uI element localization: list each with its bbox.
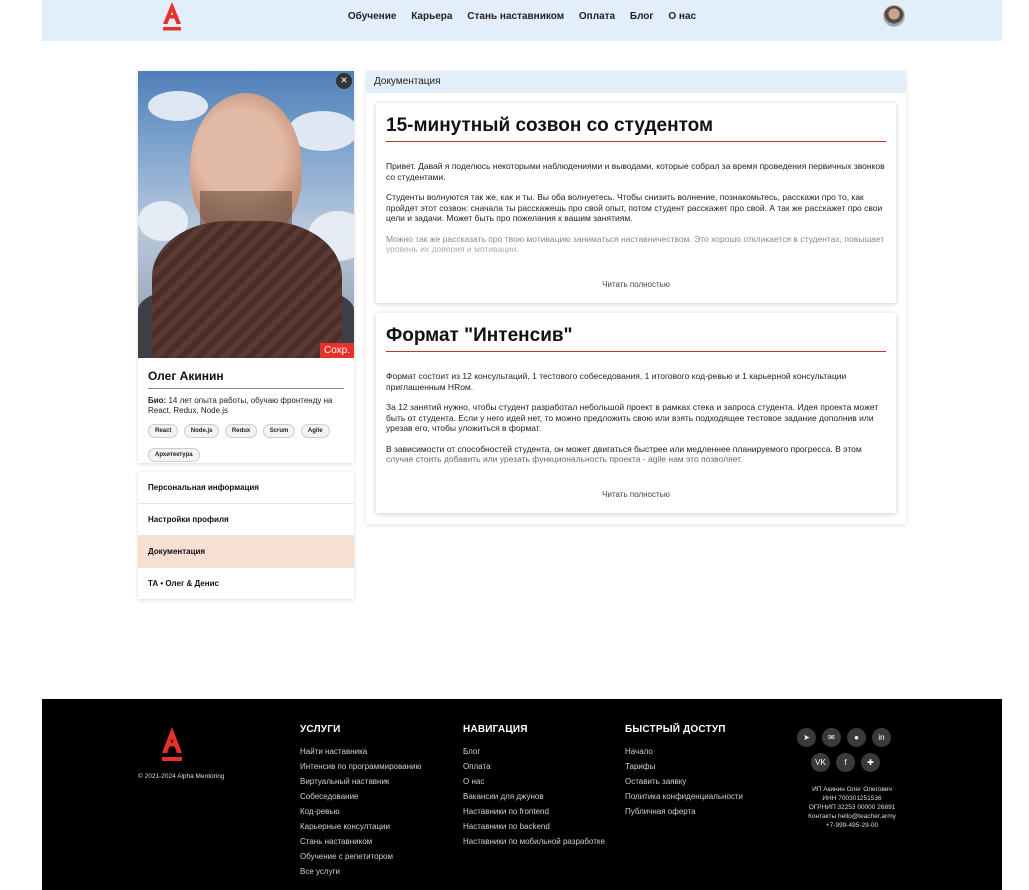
tag-redux[interactable]: Redux [224,424,258,438]
nav-item-learning[interactable]: Обучение [348,11,397,22]
bio-text: 14 лет опыта работы, обучаю фронтенду на… [148,396,333,415]
article-card: Формат "Интенсив" Формат состоит из 12 к… [376,313,896,513]
page-footer: © 2021-2024 Alpha Mentoring УСЛУГИ Найти… [42,699,1002,890]
footer-navigation: НАВИГАЦИЯ Блог Оплата О нас Вакансии для… [463,724,605,849]
menu-item-personal-info[interactable]: Персональная информация [138,472,354,504]
footer-link[interactable]: Вакансии для джунов [463,789,605,804]
github-icon[interactable]: ● [847,728,866,747]
telegram-icon[interactable]: ➤ [797,728,816,747]
nav-item-payment[interactable]: Оплата [579,11,615,22]
footer-link[interactable]: Оставить заявку [625,774,743,789]
article-paragraph: Формат состоит из 12 консультаций, 1 тес… [386,371,847,392]
skill-tags: React Node.js Redux Scrum Agile Архитект… [148,419,348,467]
footer-link[interactable]: Стань наставником [300,834,421,849]
vk-icon[interactable]: VK [811,753,830,772]
contact-line: ИНН 700301251536 [822,795,882,802]
profile-divider [148,388,344,389]
menu-item-profile-settings[interactable]: Настройки профиля [138,504,354,536]
alpha-logo-icon[interactable] [160,727,184,765]
user-avatar[interactable] [883,5,905,27]
menu-item-documentation[interactable]: Документация [138,536,354,568]
top-header: Обучение Карьера Стань наставником Оплат… [42,0,1002,41]
article-title: 15-минутный созвон со студентом [386,115,714,136]
footer-heading: УСЛУГИ [300,724,341,735]
copyright: © 2021-2024 Alpha Mentoring [138,773,225,780]
nav-item-career[interactable]: Карьера [411,11,452,22]
footer-quick-access: БЫСТРЫЙ ДОСТУП Начало Тарифы Оставить за… [625,724,743,819]
contact-line: ИП Акинин Олег Олегович [812,786,892,793]
footer-link[interactable]: Блог [463,744,605,759]
save-photo-button[interactable]: Сохр. [319,343,354,358]
contact-line[interactable]: Контакты hello@teacher.army [782,812,922,821]
contact-line: ОГРНИП 32253 00000 26891 [808,804,896,811]
main-nav: Обучение Карьера Стань наставником Оплат… [42,11,1002,22]
social-links: ➤ ✉ ● in VK f ✚ [794,727,904,777]
article-fade [376,453,896,483]
facebook-icon[interactable]: f [836,753,855,772]
bio-label: Био: [148,396,167,405]
linkedin-icon[interactable]: in [872,728,891,747]
tag-nodejs[interactable]: Node.js [183,424,220,438]
footer-link[interactable]: Наставники по мобильной разработке [463,834,605,849]
footer-heading: БЫСТРЫЙ ДОСТУП [625,724,726,735]
footer-link[interactable]: Тарифы [625,759,743,774]
nav-item-about[interactable]: О нас [668,11,696,22]
article-fade [376,243,896,273]
footer-link[interactable]: Виртуальный наставник [300,774,421,789]
footer-link[interactable]: Интенсив по программированию [300,759,421,774]
article-divider [386,351,886,352]
article-divider [386,141,886,142]
plus-icon[interactable]: ✚ [861,753,880,772]
tag-agile[interactable]: Agile [300,424,330,438]
read-more-link[interactable]: Читать полностью [376,490,896,499]
read-more-link[interactable]: Читать полностью [376,280,896,289]
footer-link[interactable]: Наставники по frontend [463,804,605,819]
profile-photo: Сохр. [138,71,354,358]
footer-link[interactable]: Обучение с репетитором [300,849,421,864]
footer-link[interactable]: Публичная оферта [625,804,743,819]
footer-link[interactable]: Политика конфиденциальности [625,789,743,804]
profile-name: Олег Акинин [148,369,224,383]
footer-link[interactable]: Оплата [463,759,605,774]
nav-item-become-mentor[interactable]: Стань наставником [467,11,564,22]
article-title: Формат "Интенсив" [386,325,573,346]
footer-link[interactable]: Наставники по backend [463,819,605,834]
tag-react[interactable]: React [148,424,179,438]
footer-link[interactable]: Начало [625,744,743,759]
menu-item-ta[interactable]: ТА • Олег & Денис [138,568,354,599]
tag-scrum[interactable]: Scrum [262,424,296,438]
article-card: 15-минутный созвон со студентом Привет. … [376,103,896,303]
article-paragraph: Привет. Давай я поделюсь некоторыми набл… [386,161,885,182]
footer-link[interactable]: О нас [463,774,605,789]
footer-link[interactable]: Карьерные консултации [300,819,421,834]
footer-link[interactable]: Код-ревью [300,804,421,819]
article-paragraph: За 12 занятий нужно, чтобы студент разра… [386,402,879,433]
tag-architecture[interactable]: Архитектура [148,448,200,462]
contact-line[interactable]: +7-999-495-29-00 [782,821,922,830]
profile-card: Сохр. Олег Акинин Био: 14 лет опыта рабо… [138,71,354,463]
footer-services: УСЛУГИ Найти наставника Интенсив по прог… [300,724,421,879]
nav-item-blog[interactable]: Блог [630,11,654,22]
profile-bio: Био: 14 лет опыта работы, обучаю фронтен… [148,396,348,416]
mail-icon[interactable]: ✉ [822,728,841,747]
legal-contacts: ИП Акинин Олег Олегович ИНН 700301251536… [782,785,922,830]
close-icon[interactable]: × [336,73,352,89]
article-paragraph: Студенты волнуются так же, как и ты. Вы … [386,192,883,223]
profile-menu: Персональная информация Настройки профил… [138,472,354,599]
documentation-header: Документация [366,71,906,93]
footer-link[interactable]: Собеседование [300,789,421,804]
footer-heading: НАВИГАЦИЯ [463,724,528,735]
documentation-panel: Документация 15-минутный созвон со студе… [366,71,906,524]
footer-link[interactable]: Найти наставника [300,744,421,759]
footer-link[interactable]: Все услуги [300,864,421,879]
